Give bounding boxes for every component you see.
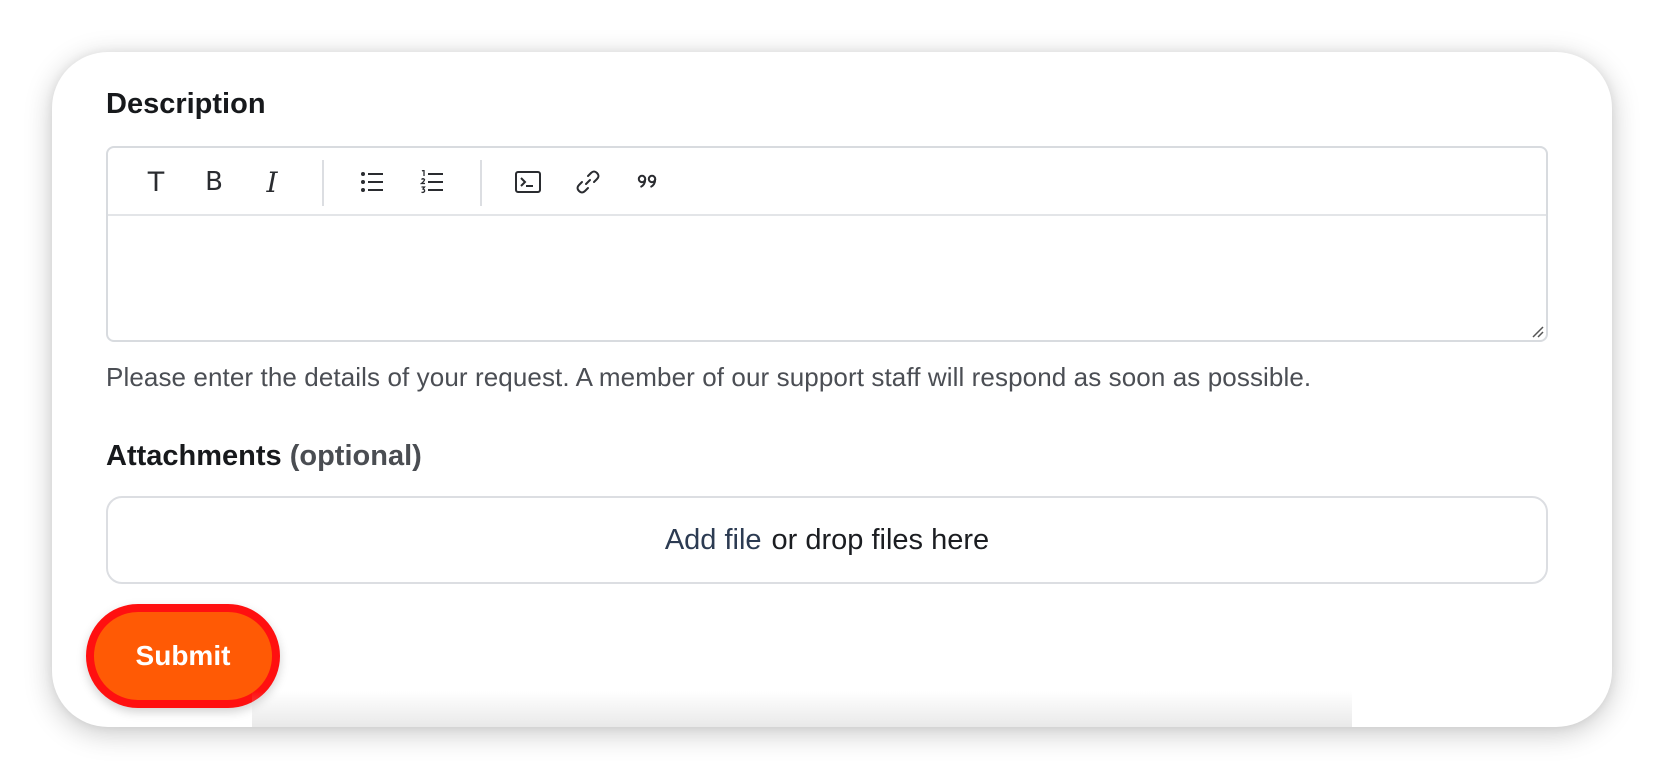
attachments-label-text: Attachments	[106, 440, 282, 472]
bulleted-list-button[interactable]	[352, 164, 392, 200]
description-hint: Please enter the details of your request…	[106, 362, 1312, 392]
submit-button[interactable]: Submit	[86, 604, 280, 708]
terminal-icon	[515, 171, 541, 193]
code-block-button[interactable]	[508, 164, 548, 200]
numbered-list-button[interactable]	[412, 164, 452, 200]
toolbar-separator	[480, 160, 482, 206]
link-icon	[576, 170, 600, 194]
quote-icon	[637, 174, 657, 188]
bold-button[interactable]: B	[194, 164, 234, 200]
optional-tag: (optional)	[289, 440, 422, 472]
text-format-button[interactable]: T	[136, 164, 176, 200]
attachments-label: Attachments (optional)	[106, 440, 422, 473]
numbered-list-icon	[420, 170, 443, 194]
bottom-shadow	[252, 691, 1352, 727]
file-dropzone[interactable]: Add file or drop files here	[106, 496, 1548, 584]
description-label: Description	[106, 88, 266, 120]
resize-handle-icon[interactable]	[1530, 324, 1544, 338]
request-form-card: Description T B I Please enter the detai…	[52, 52, 1612, 727]
editor-toolbar: T B I	[108, 148, 1546, 216]
quote-button[interactable]	[628, 164, 668, 200]
toolbar-separator	[322, 160, 324, 206]
drop-files-text: or drop files here	[771, 523, 990, 556]
add-file-link[interactable]: Add file	[665, 524, 762, 557]
description-textarea[interactable]	[108, 216, 1546, 340]
italic-button[interactable]: I	[252, 164, 292, 200]
bulleted-list-icon	[361, 172, 383, 192]
link-button[interactable]	[568, 164, 608, 200]
description-editor: T B I	[106, 146, 1548, 342]
